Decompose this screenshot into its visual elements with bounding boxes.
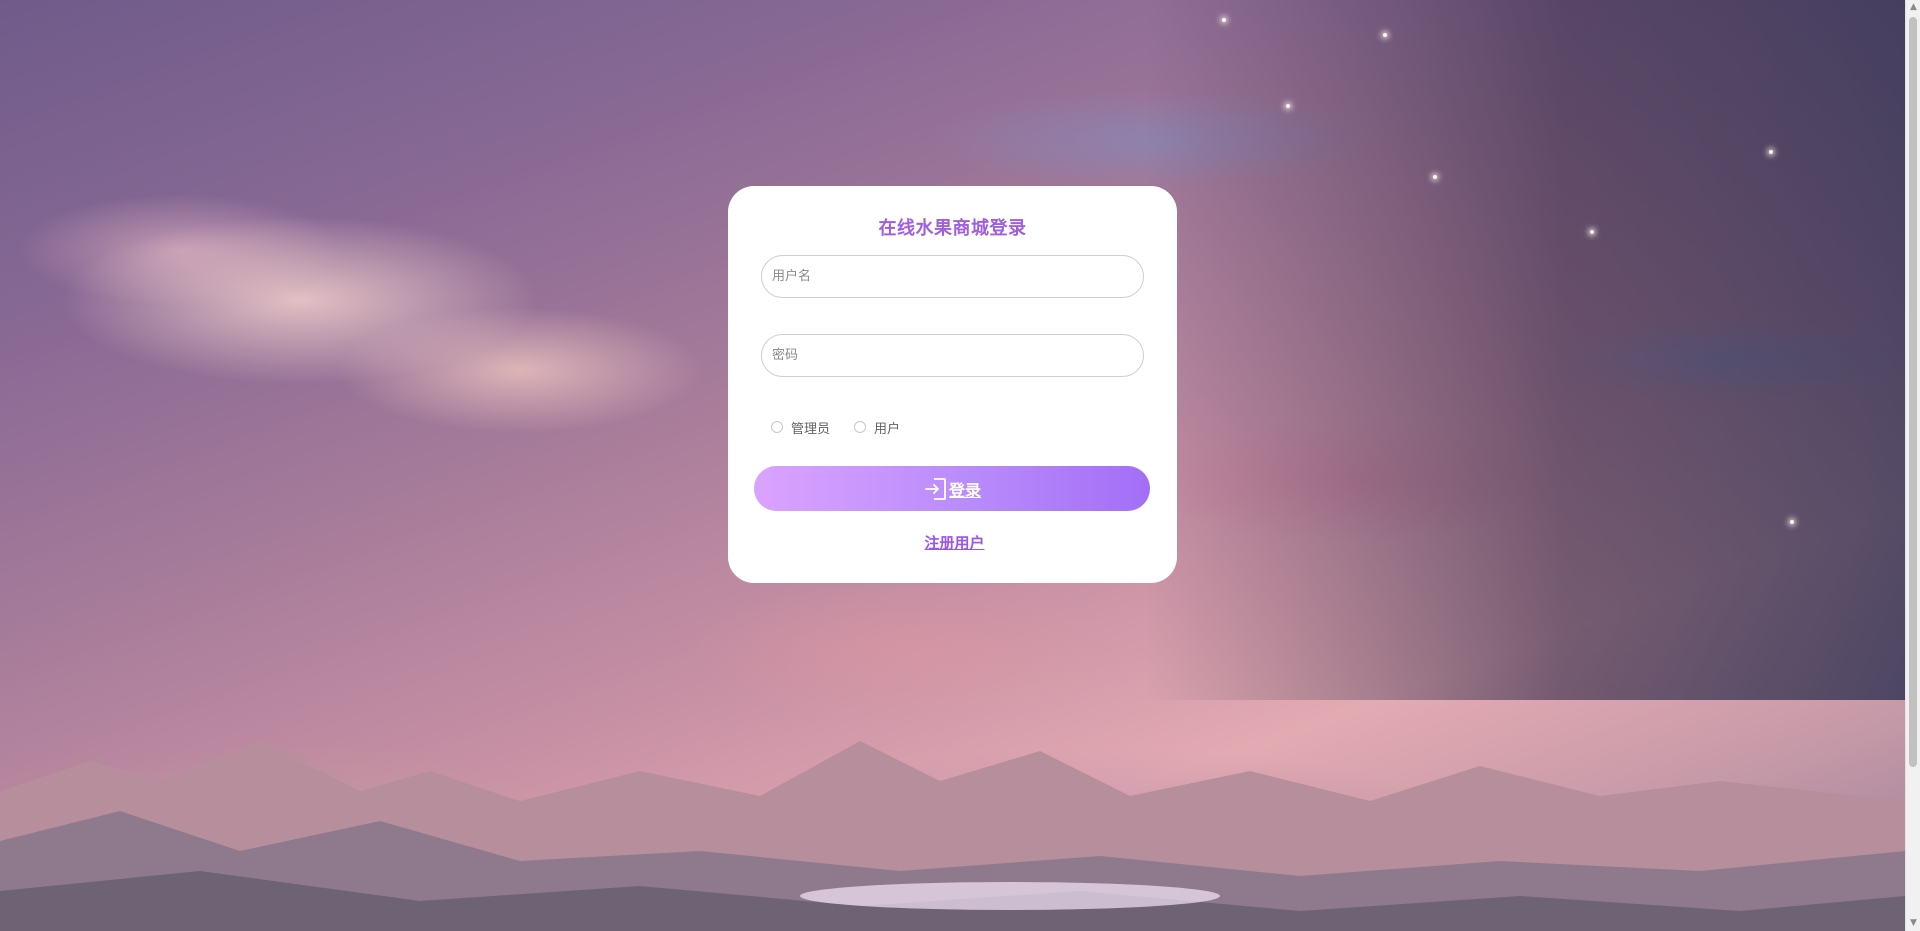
star-decoration [1286, 104, 1290, 108]
register-link[interactable]: 注册用户 [728, 532, 1177, 553]
radio-admin[interactable] [771, 421, 783, 433]
scrollbar-thumb[interactable] [1909, 17, 1917, 767]
login-title: 在线水果商城登录 [878, 218, 1027, 239]
role-option-admin[interactable]: 管理员 [771, 418, 830, 437]
vertical-scrollbar[interactable]: ▲ ▼ [1905, 0, 1920, 931]
star-decoration [1590, 230, 1594, 234]
radio-user[interactable] [854, 421, 867, 433]
username-input[interactable] [761, 255, 1144, 298]
star-decoration [1383, 33, 1387, 37]
role-option-user[interactable]: 用户 [854, 418, 900, 437]
page-viewport: 在线水果商城登录 管理员 用户 登录 注册用户 [0, 0, 1920, 931]
triangle-up-icon[interactable]: ▲ [1906, 0, 1920, 15]
star-decoration [1222, 18, 1226, 22]
password-input[interactable] [761, 334, 1144, 377]
star-decoration [1769, 150, 1773, 154]
triangle-down-icon[interactable]: ▼ [1906, 916, 1920, 931]
role-label-user: 用户 [874, 421, 901, 437]
role-label-admin: 管理员 [791, 421, 831, 437]
star-decoration [1433, 175, 1437, 179]
star-decoration [1790, 520, 1794, 524]
sign-in-icon [923, 476, 949, 502]
login-button-label: 登录 [948, 480, 981, 500]
role-radio-group: 管理员 用户 [771, 417, 924, 437]
login-card: 在线水果商城登录 管理员 用户 登录 注册用户 [728, 186, 1177, 583]
login-button[interactable]: 登录 [754, 466, 1150, 511]
